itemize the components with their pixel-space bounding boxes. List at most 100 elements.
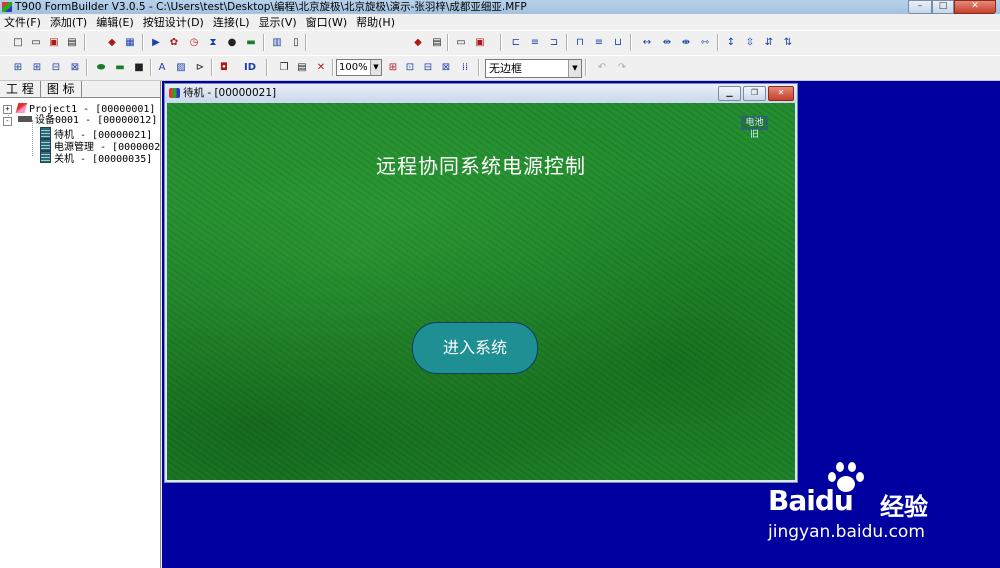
play-icon[interactable]: ▶ [148, 35, 164, 51]
clock-icon[interactable]: ◷ [186, 35, 202, 51]
vspace-increase-icon[interactable]: ⇳ [742, 35, 758, 51]
grid-snap-icon[interactable]: ⊞ [385, 60, 401, 76]
chevron-down-icon: ▼ [370, 60, 381, 75]
tab-icons[interactable]: 图 标 [41, 81, 82, 97]
border-style-value: 无边框 [489, 62, 522, 75]
align-middle-icon[interactable]: ≡ [591, 35, 607, 51]
menu-edit[interactable]: 编辑(E) [92, 14, 139, 30]
form-icon [40, 127, 51, 139]
open-icon[interactable]: ▭ [453, 35, 469, 51]
chevron-down-icon: ▼ [568, 60, 581, 77]
rounded-button-icon[interactable]: ▬ [112, 60, 128, 76]
delete-icon[interactable]: ✕ [313, 60, 329, 76]
form-heading[interactable]: 远程协同系统电源控制 [167, 150, 795, 179]
copy-icon[interactable]: ❐ [276, 60, 292, 76]
palette-icon[interactable]: ✿ [166, 35, 182, 51]
tree-node-standby[interactable]: 待机 - [00000021] [40, 127, 152, 141]
project-icon [15, 103, 28, 113]
menu-bar: 文件(F) 添加(T) 编辑(E) 按钮设计(D) 连接(L) 显示(V) 窗口… [0, 14, 1000, 30]
form-window: 待机 - [00000021] ▁ ❐ ✕ 电池旧 远程协同系统电源控制 进入系… [164, 83, 798, 483]
text-tool-icon[interactable]: A [154, 60, 170, 76]
battery-icon[interactable]: ▬ [243, 35, 259, 51]
menu-add[interactable]: 添加(T) [46, 14, 92, 30]
expand-icon[interactable]: + [3, 105, 12, 114]
align-left-icon[interactable]: ⊏ [508, 35, 524, 51]
paste-icon[interactable]: ▤ [294, 60, 310, 76]
layout-c-icon[interactable]: ⊠ [438, 60, 454, 76]
space-horizontal-icon[interactable]: ↔ [639, 35, 655, 51]
panel-tabs: 工 程 图 标 [0, 81, 160, 98]
button-shape-icon[interactable]: ⬬ [93, 60, 109, 76]
baidu-wordmark: Baidu [768, 484, 854, 517]
enter-system-button[interactable]: 进入系统 [412, 322, 538, 374]
tree-node-shutdown[interactable]: 关机 - [00000035] [40, 151, 153, 165]
maximize-button[interactable]: □ [932, 0, 954, 14]
align-center-icon[interactable]: ≡ [527, 35, 543, 51]
menu-button-design[interactable]: 按钮设计(D) [139, 14, 209, 30]
id-icon[interactable]: ID [242, 60, 258, 76]
layout-b-icon[interactable]: ⊟ [420, 60, 436, 76]
align-bottom-icon[interactable]: ⊔ [610, 35, 626, 51]
slider-tool-icon[interactable]: ⊳ [192, 60, 208, 76]
menu-connect[interactable]: 连接(L) [209, 14, 255, 30]
download-icon[interactable]: ◆ [104, 35, 120, 51]
save-as-icon[interactable]: ▣ [472, 35, 488, 51]
device-icon[interactable]: ▯ [288, 35, 304, 51]
align-top-icon[interactable]: ⊓ [572, 35, 588, 51]
tree-node-power-mgmt[interactable]: 电源管理 - [0000002 [40, 139, 160, 153]
tree-add-icon[interactable]: ⊞ [29, 60, 45, 76]
print-icon[interactable]: ▤ [429, 35, 445, 51]
menu-help[interactable]: 帮助(H) [352, 14, 400, 30]
baidu-watermark: Baidu 经验 jingyan.baidu.com [768, 462, 988, 546]
form-canvas[interactable]: 电池旧 远程协同系统电源控制 进入系统 [167, 103, 795, 480]
form-minimize-button[interactable]: ▁ [718, 86, 741, 101]
window-title: T900 FormBuilder V3.0.5 - C:\Users\test\… [15, 1, 527, 13]
tree-node-label: 关机 - [00000035] [54, 154, 153, 165]
zoom-select[interactable]: 100% ▼ [336, 59, 382, 76]
open-folder-icon[interactable]: ▭ [28, 35, 44, 51]
battery-label[interactable]: 电池旧 [741, 116, 768, 140]
menu-view[interactable]: 显示(V) [255, 14, 302, 30]
window-icon[interactable]: ▦ [122, 35, 138, 51]
image-tool-icon[interactable]: ▨ [173, 60, 189, 76]
close-button[interactable]: ✕ [954, 0, 996, 14]
tree-move-icon[interactable]: ⊠ [67, 60, 83, 76]
toolbar-main: □ ▭ ▣ ▤ ◆ ▦ ▶ ✿ ◷ ⧗ ● ▬ ▥ ▯ ◆ ▤ ▭ ▣ ⊏ ≡ … [0, 30, 1000, 56]
menu-file[interactable]: 文件(F) [0, 14, 46, 30]
find-icon[interactable]: ◘ [216, 60, 232, 76]
form-window-titlebar[interactable]: 待机 - [00000021] ▁ ❐ ✕ [165, 84, 797, 103]
new-file-icon[interactable]: □ [10, 35, 26, 51]
vspace-remove-icon[interactable]: ⇅ [780, 35, 796, 51]
space-increase-icon[interactable]: ⇹ [659, 35, 675, 51]
hourglass-icon[interactable]: ⧗ [205, 35, 221, 51]
form-window-controls: ▁ ❐ ✕ [718, 86, 794, 101]
open-project-icon[interactable]: ▤ [64, 35, 80, 51]
tree-icon[interactable]: ⊞ [10, 60, 26, 76]
space-decrease-icon[interactable]: ⇼ [678, 35, 694, 51]
transfer-icon[interactable]: ◆ [410, 35, 426, 51]
rect-button-icon[interactable]: ■ [131, 60, 147, 76]
save-icon[interactable]: ▣ [46, 35, 62, 51]
tab-project[interactable]: 工 程 [0, 81, 41, 97]
menu-window[interactable]: 窗口(W) [302, 14, 352, 30]
vspace-decrease-icon[interactable]: ⇵ [761, 35, 777, 51]
lock-icon[interactable]: ● [224, 35, 240, 51]
form-close-button[interactable]: ✕ [768, 86, 794, 101]
border-style-select[interactable]: 无边框 ▼ [485, 59, 582, 78]
tree-child-icon[interactable]: ⊟ [48, 60, 64, 76]
redo-icon[interactable]: ↷ [614, 60, 630, 76]
form-icon [40, 139, 51, 151]
minimize-button[interactable]: – [908, 0, 932, 14]
space-remove-icon[interactable]: ⇿ [697, 35, 713, 51]
undo-icon[interactable]: ↶ [594, 60, 610, 76]
collapse-icon[interactable]: - [3, 117, 12, 126]
window-controls: – □ ✕ [908, 0, 996, 14]
tree-node-label: Project1 - [00000001] [29, 104, 156, 115]
layout-a-icon[interactable]: ⊡ [402, 60, 418, 76]
form-restore-button[interactable]: ❐ [743, 86, 766, 101]
align-right-icon[interactable]: ⊐ [546, 35, 562, 51]
form-icon [40, 151, 51, 163]
keypad-icon[interactable]: ▥ [269, 35, 285, 51]
grid-icon[interactable]: ⁞⁞ [457, 60, 473, 76]
space-vertical-icon[interactable]: ↕ [723, 35, 739, 51]
